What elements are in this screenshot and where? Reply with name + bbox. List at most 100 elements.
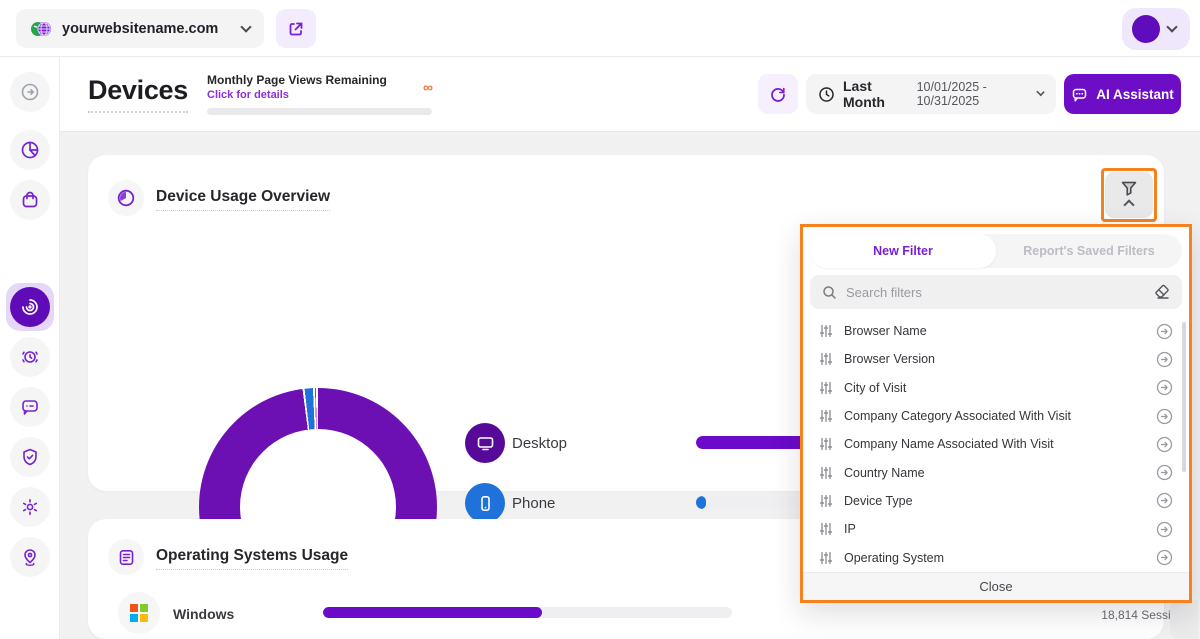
sidebar-item-security[interactable] xyxy=(10,437,50,477)
filter-item-label: City of Visit xyxy=(844,381,1145,395)
filter-list-item[interactable]: Browser Version xyxy=(803,345,1189,373)
clock-icon xyxy=(818,86,835,103)
range-label: Last Month xyxy=(843,78,905,110)
gear-icon xyxy=(20,497,40,517)
radar-gauge-icon xyxy=(20,297,40,317)
arrow-circle-icon[interactable] xyxy=(1156,436,1173,453)
filter-list-item[interactable]: Operating System xyxy=(803,543,1189,571)
pie-chart-badge-icon xyxy=(108,180,144,216)
sidebar-item-sessions[interactable] xyxy=(10,337,50,377)
filter-list: Browser Name Browser Version xyxy=(803,317,1189,572)
os-filter-button-partial[interactable] xyxy=(1170,600,1198,639)
page-header: Devices Monthly Page Views Remaining Cli… xyxy=(60,57,1200,131)
website-selector[interactable]: yourwebsitename.com xyxy=(16,9,264,48)
filter-panel: New Filter Report's Saved Filters xyxy=(800,224,1192,603)
tab-saved-filters[interactable]: Report's Saved Filters xyxy=(996,234,1182,268)
filter-close-button[interactable]: Close xyxy=(803,572,1189,600)
filter-list-item[interactable]: Browser Name xyxy=(803,317,1189,345)
phone-icon xyxy=(476,494,495,513)
filter-list-item[interactable]: Company Name Associated With Visit xyxy=(803,430,1189,458)
filter-item-label: Company Category Associated With Visit xyxy=(844,409,1145,423)
ai-assistant-button[interactable]: AI Assistant xyxy=(1064,74,1181,114)
quota-progress-bar xyxy=(207,108,432,115)
sliders-icon xyxy=(819,352,833,366)
date-range-selector[interactable]: Last Month 10/01/2025 - 10/31/2025 xyxy=(806,74,1056,114)
filter-list-scrollbar[interactable] xyxy=(1182,322,1186,472)
windows-logo-badge xyxy=(118,592,160,634)
filter-item-label: Browser Name xyxy=(844,324,1145,338)
pie-chart-icon xyxy=(20,140,40,160)
quota-details-link[interactable]: Click for details xyxy=(207,89,289,101)
infinity-value: ∞ xyxy=(423,79,433,95)
windows-logo-icon xyxy=(130,604,148,622)
os-bar-track xyxy=(323,607,732,618)
filter-item-label: Company Name Associated With Visit xyxy=(844,437,1145,451)
sliders-icon xyxy=(819,409,833,423)
filter-toggle-button[interactable] xyxy=(1105,172,1153,218)
sidebar-item-dashboard[interactable] xyxy=(10,130,50,170)
arrow-circle-icon[interactable] xyxy=(1156,323,1173,340)
os-sessions: 18,814 Sessions xyxy=(1030,608,1190,622)
arrow-circle-icon[interactable] xyxy=(1156,351,1173,368)
user-menu[interactable] xyxy=(1122,8,1190,50)
shield-check-icon xyxy=(20,447,40,467)
page-title: Devices xyxy=(88,75,188,113)
search-icon xyxy=(822,285,837,300)
refresh-button[interactable] xyxy=(758,74,798,114)
phone-label: Phone xyxy=(512,495,555,512)
arrow-circle-icon[interactable] xyxy=(1156,549,1173,566)
filter-list-item[interactable]: City of Visit xyxy=(803,374,1189,402)
arrow-circle-icon[interactable] xyxy=(1156,379,1173,396)
arrow-circle-icon[interactable] xyxy=(1156,464,1173,481)
filter-list-item[interactable]: Company Category Associated With Visit xyxy=(803,402,1189,430)
document-badge-icon xyxy=(108,539,144,575)
filter-list-item[interactable]: Country Name xyxy=(803,458,1189,486)
filter-list-item[interactable]: IP xyxy=(803,515,1189,543)
desktop-label: Desktop xyxy=(512,435,567,452)
quota-label: Monthly Page Views Remaining xyxy=(207,73,387,87)
filter-list-item[interactable]: Device Type xyxy=(803,487,1189,515)
eraser-icon[interactable] xyxy=(1154,284,1170,300)
top-bar: yourwebsitename.com xyxy=(0,0,1200,57)
sidebar-item-ecommerce[interactable] xyxy=(10,180,50,220)
ai-assistant-label: AI Assistant xyxy=(1096,87,1174,102)
arrow-circle-icon[interactable] xyxy=(1156,492,1173,509)
os-row-label: Windows xyxy=(173,606,234,622)
open-website-button[interactable] xyxy=(276,9,316,48)
sliders-icon xyxy=(819,466,833,480)
sliders-icon xyxy=(819,551,833,565)
phone-legend-circle xyxy=(465,483,505,523)
sliders-icon xyxy=(819,324,833,338)
desktop-legend-circle xyxy=(465,423,505,463)
sliders-icon xyxy=(819,494,833,508)
chevron-down-icon xyxy=(240,21,251,32)
filter-tabs: New Filter Report's Saved Filters xyxy=(810,234,1182,268)
sidebar-item-devices-active[interactable] xyxy=(6,283,54,331)
sliders-icon xyxy=(819,381,833,395)
filter-item-label: Country Name xyxy=(844,466,1145,480)
sidebar-item-locations[interactable] xyxy=(10,537,50,577)
location-pin-icon xyxy=(20,547,40,567)
chevron-up-icon xyxy=(1123,199,1134,210)
tab-new-filter[interactable]: New Filter xyxy=(810,234,996,268)
avatar xyxy=(1132,15,1160,43)
filter-item-label: Device Type xyxy=(844,494,1145,508)
phone-bar-fill xyxy=(696,496,706,509)
sliders-icon xyxy=(819,437,833,451)
chevron-down-icon xyxy=(1166,21,1177,32)
chevron-down-icon xyxy=(1036,88,1044,96)
search-input[interactable] xyxy=(846,285,1145,300)
arrow-circle-icon[interactable] xyxy=(1156,408,1173,425)
sidebar xyxy=(0,57,60,639)
sidebar-item-settings[interactable] xyxy=(10,487,50,527)
range-dates: 10/01/2025 - 10/31/2025 xyxy=(917,80,1029,108)
app-window: yourwebsitename.com xyxy=(0,0,1200,639)
device-card-title: Device Usage Overview xyxy=(156,188,330,211)
sliders-icon xyxy=(819,522,833,536)
sidebar-item-feedback[interactable] xyxy=(10,387,50,427)
website-name: yourwebsitename.com xyxy=(62,21,232,37)
arrow-circle-icon[interactable] xyxy=(1156,521,1173,538)
filter-item-label: IP xyxy=(844,522,1145,536)
filter-search xyxy=(810,275,1182,309)
sidebar-collapse-button[interactable] xyxy=(10,72,50,112)
